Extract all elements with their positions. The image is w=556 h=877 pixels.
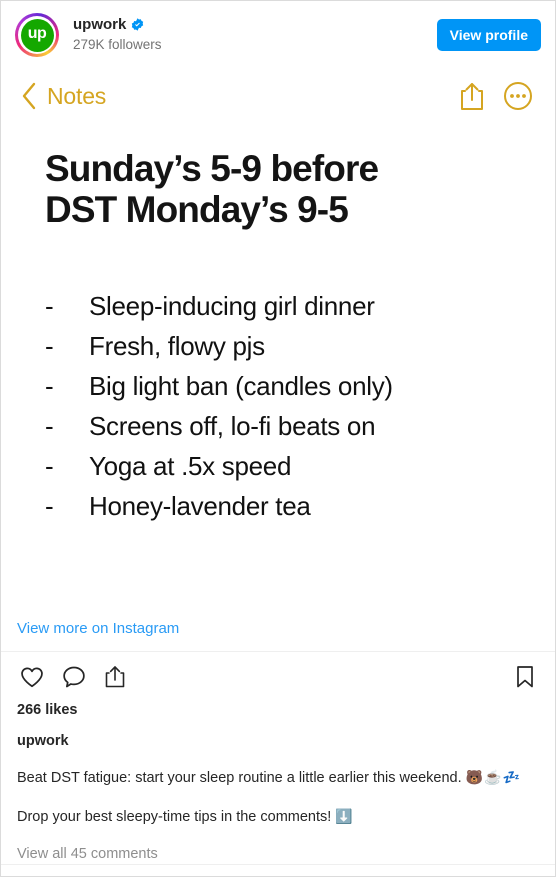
comment-bubble-icon[interactable] xyxy=(59,662,89,692)
bullet-marker: - xyxy=(45,450,54,481)
bullet-marker: - xyxy=(45,370,54,401)
caption-emoji-1: 🐻☕💤 xyxy=(465,769,521,786)
avatar-inner: up xyxy=(18,16,56,54)
note-item-text: Fresh, flowy pjs xyxy=(89,330,265,361)
upwork-logo-icon: up xyxy=(20,18,54,52)
notes-back-label: Notes xyxy=(47,82,107,109)
note-item-text: Sleep-inducing girl dinner xyxy=(89,290,375,321)
notes-back-button[interactable]: Notes xyxy=(21,81,106,111)
note-list-item: - Big light ban (candles only) xyxy=(45,373,521,399)
post-image[interactable]: Notes Sunday’s 5-9 before DST Monday’s 9… xyxy=(1,68,555,605)
note-list-item: - Honey-lavender tea xyxy=(45,493,521,519)
post-header: up upwork 279K followers View profile xyxy=(1,1,555,68)
more-circle-icon[interactable] xyxy=(503,81,533,111)
caption-paragraph-1: Beat DST fatigue: start your sleep routi… xyxy=(17,768,539,789)
account-username[interactable]: upwork xyxy=(73,16,126,34)
avatar[interactable]: up xyxy=(15,13,59,57)
view-all-comments-link[interactable]: View all 45 comments xyxy=(17,845,539,864)
bookmark-icon[interactable] xyxy=(511,662,539,692)
view-more-on-instagram-link[interactable]: View more on Instagram xyxy=(17,620,179,637)
like-count: 266 likes xyxy=(17,701,78,718)
note-item-text: Screens off, lo-fi beats on xyxy=(89,410,376,441)
note-list-item: - Fresh, flowy pjs xyxy=(45,333,521,359)
note-item-text: Honey-lavender tea xyxy=(89,490,311,521)
bullet-marker: - xyxy=(45,330,54,361)
share-up-icon[interactable] xyxy=(459,81,485,111)
caption-text-1: Beat DST fatigue: start your sleep routi… xyxy=(17,770,462,787)
share-arrow-icon[interactable] xyxy=(101,662,129,692)
bullet-marker: - xyxy=(45,490,54,521)
caption-paragraph-2: Drop your best sleepy-time tips in the c… xyxy=(17,807,539,828)
view-profile-button[interactable]: View profile xyxy=(436,18,541,52)
caption-username[interactable]: upwork xyxy=(17,733,539,750)
caption-emoji-2: ⬇️ xyxy=(335,807,354,824)
note-list-item: - Screens off, lo-fi beats on xyxy=(45,413,521,439)
header-text-block: upwork 279K followers xyxy=(73,16,437,54)
caption-text-2: Drop your best sleepy-time tips in the c… xyxy=(17,808,332,825)
note-bullet-list: - Sleep-inducing girl dinner - Fresh, fl… xyxy=(45,293,521,519)
action-icons-left xyxy=(17,662,129,692)
add-comment-bar xyxy=(1,864,555,876)
follower-count: 279K followers xyxy=(73,36,162,52)
note-content: Sunday’s 5-9 before DST Monday’s 9-5 - S… xyxy=(1,124,555,519)
bullet-marker: - xyxy=(45,290,54,321)
note-title: Sunday’s 5-9 before DST Monday’s 9-5 xyxy=(45,148,379,231)
verified-badge-icon xyxy=(132,18,144,32)
view-more-container: View more on Instagram xyxy=(1,605,555,651)
heart-icon[interactable] xyxy=(17,662,47,692)
username-row: upwork xyxy=(73,16,437,34)
note-item-text: Yoga at .5x speed xyxy=(89,450,292,481)
post-meta: 266 likes upwork Beat DST fatigue: start… xyxy=(1,698,555,865)
note-list-item: - Sleep-inducing girl dinner xyxy=(45,293,521,319)
notes-toolbar-actions xyxy=(459,81,533,111)
note-item-text: Big light ban (candles only) xyxy=(89,370,393,401)
note-list-item: - Yoga at .5x speed xyxy=(45,453,521,479)
instagram-post-embed: up upwork 279K followers View profile No… xyxy=(0,0,556,877)
post-action-bar xyxy=(1,650,555,698)
notes-app-toolbar: Notes xyxy=(1,68,555,124)
bullet-marker: - xyxy=(45,410,54,441)
chevron-left-icon xyxy=(22,82,36,110)
